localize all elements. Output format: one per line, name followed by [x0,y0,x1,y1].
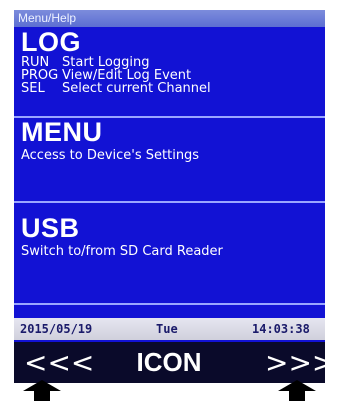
menu-section[interactable]: MENU Access to Device's Settings [14,119,325,163]
status-time: 14:03:38 [252,322,310,336]
nav-bar: <<< ICON >>> [14,342,335,383]
status-day: Tue [156,322,178,336]
device-screen: Menu/Help LOG RUN Start Logging PROG Vie… [14,10,335,383]
log-section[interactable]: LOG RUN Start Logging PROG View/Edit Log… [14,27,325,96]
arrow-up-icon [23,380,61,401]
nav-prev-button[interactable]: <<< [24,342,94,383]
status-bar: 2015/05/19 Tue 14:03:38 [14,318,325,340]
usb-heading: USB [21,213,80,243]
log-row-sel: SEL Select current Channel [14,82,325,95]
device: Menu/Help LOG RUN Start Logging PROG Vie… [0,0,339,401]
screen-title: Menu/Help [14,10,325,27]
arrow-up-icon [278,380,316,401]
usb-section[interactable]: USB Switch to/from SD Card Reader [14,215,325,259]
status-date: 2015/05/19 [20,322,93,336]
nav-icon-button[interactable]: ICON [119,342,219,383]
menu-heading: MENU [21,117,103,147]
divider [14,303,325,305]
nav-next-button[interactable]: >>> [265,342,335,383]
log-row-value: Select current Channel [62,81,211,96]
log-row-key: SEL [21,81,45,96]
menu-description: Access to Device's Settings [21,148,200,163]
usb-description: Switch to/from SD Card Reader [21,244,223,259]
log-heading: LOG [21,27,81,57]
divider [14,201,325,203]
